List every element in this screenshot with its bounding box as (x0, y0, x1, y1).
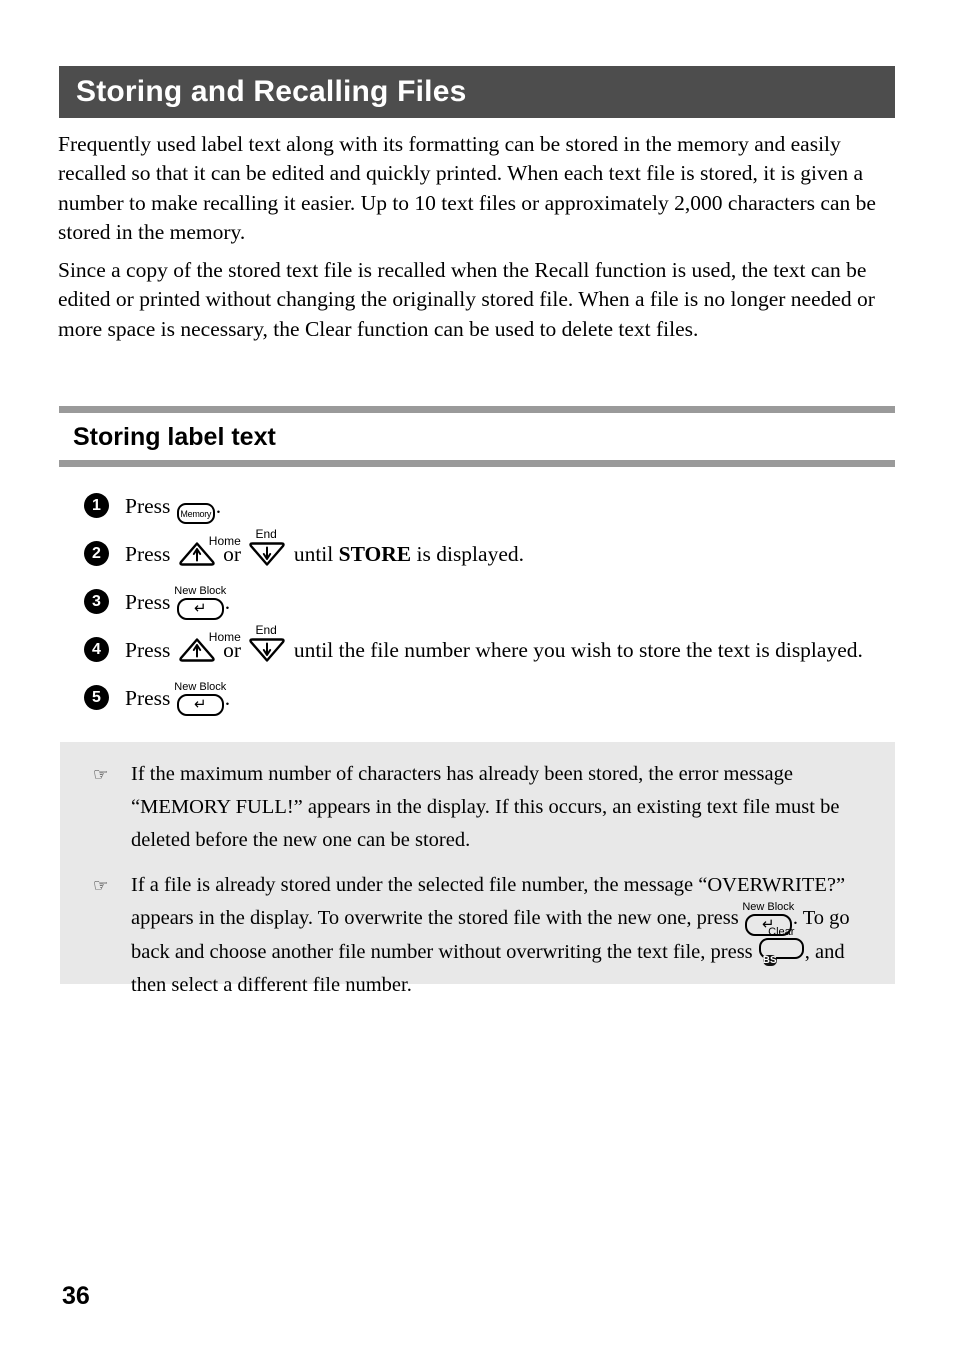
new-block-key-icon: New Block ↵ (174, 681, 226, 716)
memory-key-icon: Memory (176, 503, 215, 524)
backspace-key-icon: Clear BS (758, 926, 804, 966)
return-arrow-icon: ↵ (193, 695, 207, 713)
step-number-badge: 4 (84, 637, 109, 662)
up-arrow-key-icon: Home (178, 535, 241, 567)
step-item: 1 Press Memory. (84, 484, 896, 528)
step-number-badge: 2 (84, 541, 109, 566)
step-text: Press Home or End until STORE is display… (125, 528, 896, 576)
intro-paragraph-2: Since a copy of the stored text file is … (58, 258, 875, 341)
manual-page: Storing and Recalling Files Frequently u… (0, 0, 954, 1357)
step-text: Press New Block ↵ . (125, 580, 896, 624)
step-text-after: . (215, 494, 222, 518)
note-box: ☞ If the maximum number of characters ha… (60, 742, 895, 996)
down-arrow-key-cap-label: End (255, 527, 277, 541)
intro-paragraphs: Frequently used label text along with it… (58, 130, 896, 353)
step-text-before: Press (125, 542, 171, 566)
section-rule-top (59, 406, 895, 413)
new-block-key-icon: New Block ↵ (174, 585, 226, 620)
store-keyword: STORE (338, 542, 412, 566)
section-heading-block: Storing label text (59, 406, 895, 467)
step-item: 4 Press Home or End until the file numbe… (84, 624, 896, 672)
note-item: ☞ If a file is already stored under the … (87, 869, 873, 1002)
step-text-after: until the file number where you wish to … (293, 638, 863, 662)
chapter-header-bar: Storing and Recalling Files (59, 66, 895, 118)
step-text: Press New Block ↵ . (125, 676, 896, 720)
section-title: Storing label text (73, 423, 276, 451)
step-text-tail-after-bold: is displayed. (416, 542, 525, 566)
down-arrow-key-icon: End (248, 528, 286, 567)
backspace-key-label: BS (762, 955, 777, 966)
step-item: 3 Press New Block ↵ . (84, 580, 896, 624)
step-text: Press Home or End until the file number … (125, 624, 896, 672)
intro-paragraph-1: Frequently used label text along with it… (58, 132, 876, 244)
new-block-key-cap-label: New Block (174, 681, 227, 693)
step-number-badge: 3 (84, 589, 109, 614)
section-rule-bottom (59, 460, 895, 467)
step-text-before: Press (125, 686, 171, 710)
new-block-key-cap-label: New Block (742, 901, 795, 913)
up-arrow-key-cap-label: Home (208, 630, 241, 644)
backspace-key-cap-label: Clear (768, 925, 795, 938)
step-text-before: Press (125, 638, 171, 662)
note-text: If the maximum number of characters has … (131, 763, 840, 851)
steps-list: 1 Press Memory. 2 Press Home or End unti… (84, 484, 896, 724)
step-item: 2 Press Home or End until STORE is displ… (84, 528, 896, 576)
new-block-key-cap-label: New Block (174, 585, 227, 597)
step-text: Press Memory. (125, 484, 896, 528)
page-title: Storing and Recalling Files (76, 75, 467, 108)
note-item: ☞ If the maximum number of characters ha… (87, 758, 873, 857)
step-text-before: Press (125, 590, 171, 614)
up-arrow-key-icon: Home (178, 631, 241, 663)
down-arrow-key-cap-label: End (255, 623, 277, 637)
pointing-hand-icon: ☞ (93, 765, 109, 785)
step-text-tail-before-bold: until (293, 542, 334, 566)
pointing-hand-icon: ☞ (93, 876, 109, 896)
up-arrow-key-cap-label: Home (208, 534, 241, 548)
note-text-part-1: If a file is already stored under the se… (131, 874, 846, 929)
return-arrow-icon: ↵ (193, 599, 207, 617)
step-text-before: Press (125, 494, 171, 518)
down-arrow-key-icon: End (248, 624, 286, 663)
step-item: 5 Press New Block ↵ . (84, 676, 896, 720)
page-number: 36 (62, 1282, 90, 1310)
step-number-badge: 5 (84, 685, 109, 710)
step-number-badge: 1 (84, 493, 109, 518)
